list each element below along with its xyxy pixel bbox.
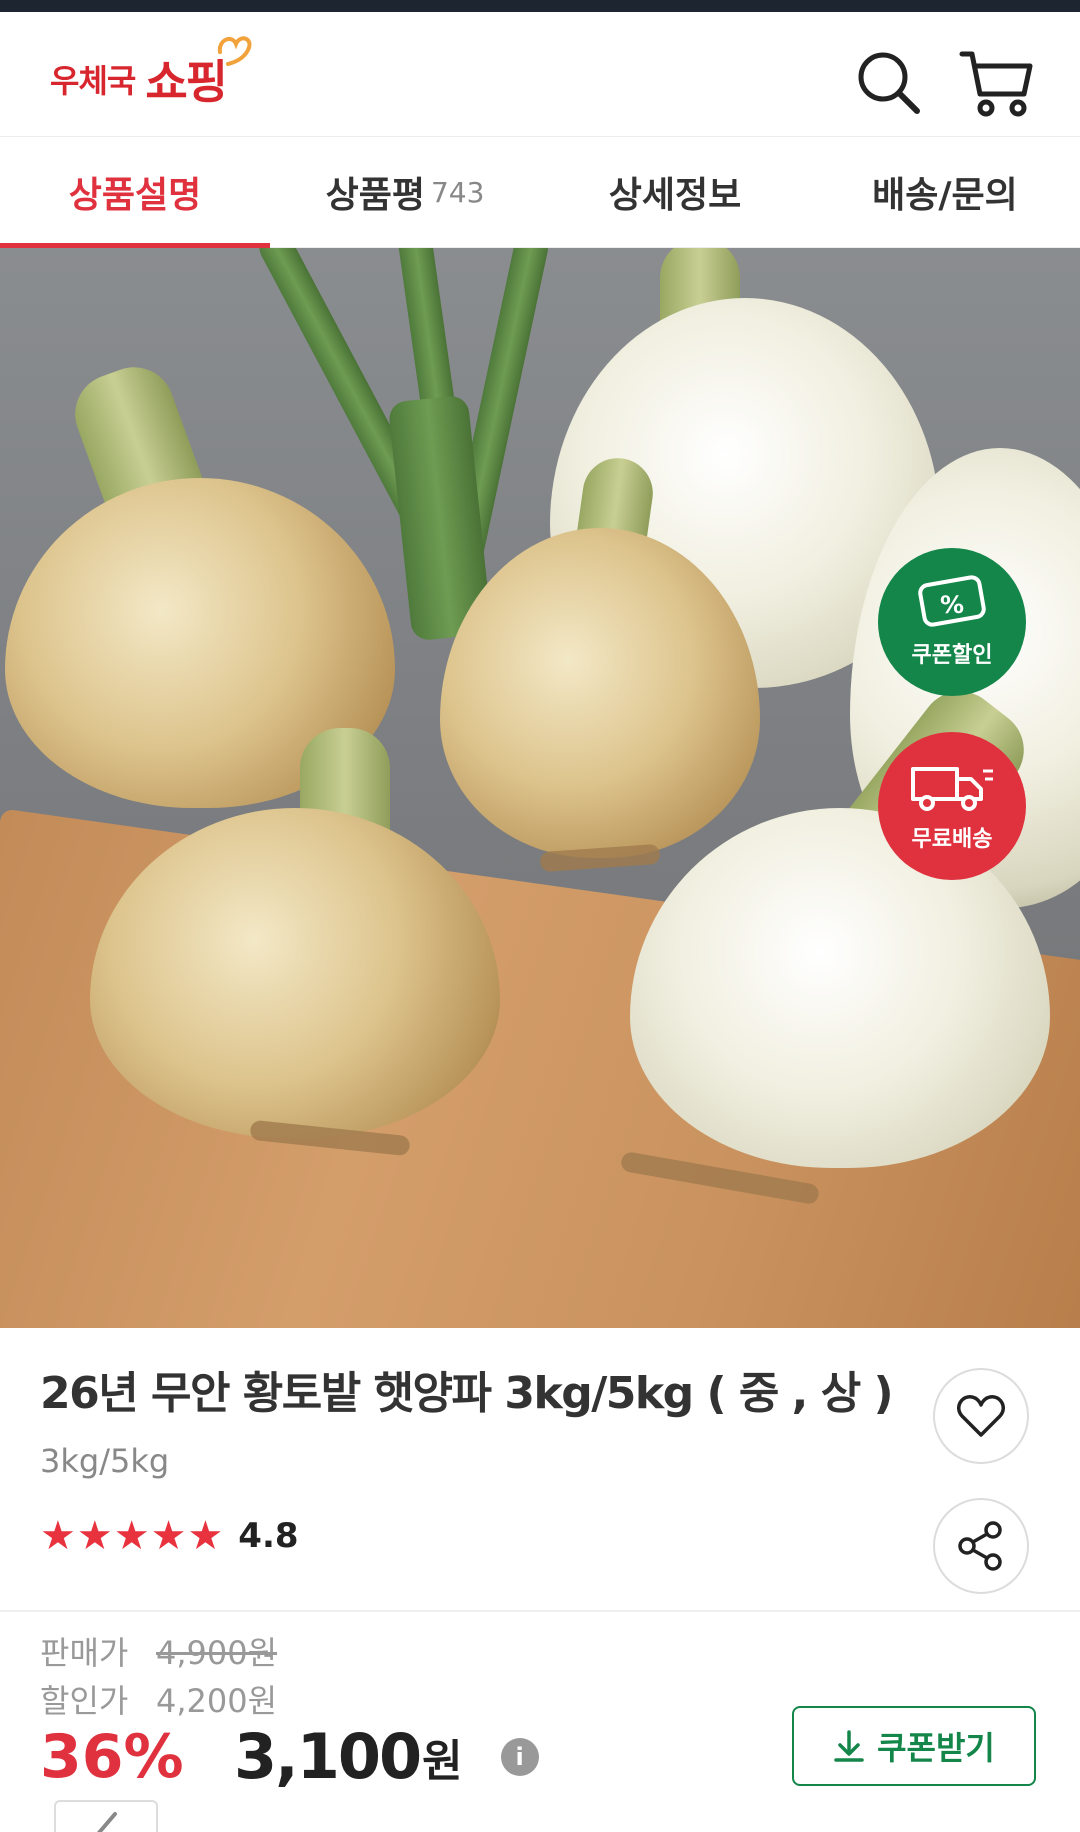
coupon-badge-label: 쿠폰할인: [911, 643, 993, 668]
truck-icon: [911, 767, 993, 811]
search-icon[interactable]: [848, 42, 928, 122]
product-tabs: 상품설명 상품평 743 상세정보 배송/문의: [0, 136, 1080, 249]
logo-text-big: 쇼핑: [145, 36, 252, 112]
chevron-left-icon: [96, 1812, 117, 1832]
tab-shipping-label: 배송/문의: [872, 175, 1018, 216]
discount-price-value: 4,200원: [156, 1682, 278, 1720]
product-option: 3kg/5kg: [40, 1442, 170, 1480]
wishlist-button[interactable]: [933, 1368, 1029, 1464]
logo[interactable]: 우체국 쇼핑: [50, 34, 252, 124]
final-price: 3,100: [234, 1720, 422, 1793]
heart-logo-icon: [217, 36, 252, 66]
sale-price-label: 판매가: [40, 1634, 129, 1672]
cart-icon[interactable]: [956, 42, 1036, 122]
review-count: 743: [430, 175, 485, 209]
info-icon[interactable]: i: [500, 1737, 539, 1776]
free-delivery-badge: 무료배송: [878, 732, 1026, 880]
status-bar: [0, 0, 1080, 12]
sale-price-value: 4,900원: [156, 1634, 278, 1672]
divider: [0, 1610, 1080, 1612]
product-title: 26년 무안 황토밭 햇양파 3kg/5kg ( 중 , 상 ): [40, 1368, 894, 1419]
heart-icon: [957, 1395, 1005, 1437]
coupon-icon: %: [918, 575, 986, 627]
discount-price-label: 할인가: [40, 1682, 129, 1720]
tab-details[interactable]: 상세정보: [540, 137, 810, 247]
product-info: 26년 무안 황토밭 햇양파 3kg/5kg ( 중 , 상 ) 3kg/5kg…: [0, 1328, 1080, 1832]
rating-value: 4.8: [238, 1516, 299, 1556]
tab-reviews[interactable]: 상품평 743: [270, 137, 540, 247]
share-button[interactable]: [933, 1498, 1029, 1594]
tab-description-label: 상품설명: [68, 175, 202, 216]
svg-text:%: %: [940, 591, 964, 619]
delivery-badge-label: 무료배송: [911, 827, 993, 852]
tab-reviews-label: 상품평: [325, 175, 425, 216]
share-icon: [958, 1521, 1002, 1571]
get-coupon-label: 쿠폰받기: [877, 1729, 995, 1767]
discount-percent: 36%: [40, 1721, 184, 1792]
tab-description[interactable]: 상품설명: [0, 137, 270, 249]
star-icon: ★: [76, 1513, 113, 1559]
sale-price-row: 판매가 4,900원: [40, 1628, 277, 1674]
star-icon: ★: [113, 1513, 150, 1559]
star-icon: ★: [187, 1513, 224, 1559]
back-button[interactable]: [54, 1800, 158, 1832]
discount-price-row: 할인가 4,200원: [40, 1676, 277, 1722]
tab-shipping-inquiry[interactable]: 배송/문의: [810, 137, 1080, 247]
tab-details-label: 상세정보: [608, 175, 742, 216]
download-icon: [834, 1730, 864, 1762]
star-icon: ★: [40, 1513, 76, 1559]
app-header: 우체국 쇼핑: [0, 12, 1080, 136]
logo-text-big-label: 쇼핑: [145, 55, 228, 109]
logo-text-small: 우체국: [50, 62, 136, 100]
final-price-row: 36% 3,100 원 i: [40, 1720, 539, 1793]
product-rating[interactable]: ★ ★ ★ ★ ★ 4.8: [40, 1516, 299, 1556]
get-coupon-button[interactable]: 쿠폰받기: [792, 1706, 1036, 1786]
star-icon: ★: [150, 1513, 187, 1559]
coupon-discount-badge: % 쿠폰할인: [878, 548, 1026, 696]
product-image[interactable]: % 쿠폰할인 무료배송: [0, 248, 1080, 1328]
currency-unit: 원: [422, 1735, 463, 1787]
